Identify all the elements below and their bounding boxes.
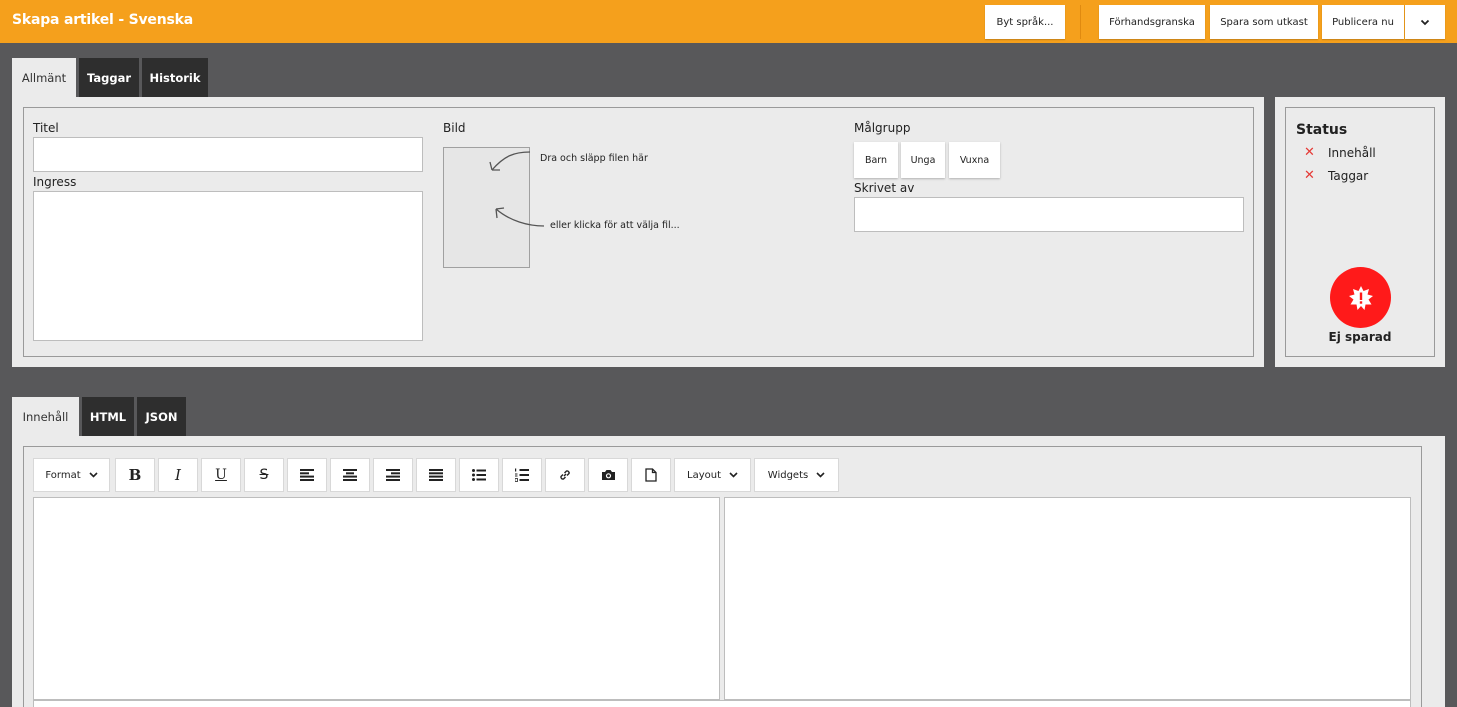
status-item-label: Innehåll	[1328, 145, 1376, 160]
save-draft-button[interactable]: Spara som utkast	[1210, 5, 1318, 39]
status-item-taggar: ✕ Taggar	[1304, 168, 1368, 183]
numbered-list-icon	[515, 468, 529, 482]
align-justify-button[interactable]	[416, 458, 456, 492]
chevron-down-icon	[729, 472, 738, 478]
tab-taggar[interactable]: Taggar	[79, 58, 139, 97]
editor-column-left[interactable]	[33, 497, 720, 700]
arrow-click-icon	[495, 207, 545, 227]
strikethrough-icon: S	[259, 467, 269, 483]
align-right-button[interactable]	[373, 458, 413, 492]
layout-dropdown[interactable]: Layout	[674, 458, 751, 492]
unsaved-alert-icon	[1330, 267, 1391, 328]
status-title: Status	[1296, 122, 1348, 138]
tab-innehall[interactable]: Innehåll	[12, 397, 79, 436]
align-right-icon	[386, 469, 400, 481]
format-label: Format	[45, 469, 81, 481]
tab-json[interactable]: JSON	[137, 397, 186, 436]
page-title: Skapa artikel - Svenska	[12, 12, 193, 28]
error-x-icon: ✕	[1304, 168, 1315, 183]
top-bar: Skapa artikel - Svenska Byt språk... För…	[0, 0, 1457, 43]
arrow-drag-icon	[489, 151, 531, 171]
file-icon	[645, 468, 657, 482]
underline-icon: U	[215, 467, 227, 483]
author-input[interactable]	[854, 197, 1244, 232]
toolbar-divider	[1080, 5, 1081, 39]
preview-button[interactable]: Förhandsgranska	[1099, 5, 1205, 39]
widgets-label: Widgets	[767, 469, 809, 481]
ingress-textarea[interactable]	[33, 191, 423, 341]
insert-image-button[interactable]	[588, 458, 628, 492]
audience-label: Målgrupp	[854, 121, 911, 135]
strikethrough-button[interactable]: S	[244, 458, 284, 492]
image-hint-drag: Dra och släpp filen här	[540, 153, 648, 164]
underline-button[interactable]: U	[201, 458, 241, 492]
image-hint-click: eller klicka för att välja fil...	[550, 220, 680, 231]
switch-language-button[interactable]: Byt språk...	[985, 5, 1065, 39]
bullet-list-button[interactable]	[459, 458, 499, 492]
bold-button[interactable]: B	[115, 458, 155, 492]
editor-column-right[interactable]	[724, 497, 1411, 700]
audience-vuxna-button[interactable]: Vuxna	[949, 142, 1000, 178]
audience-barn-button[interactable]: Barn	[854, 142, 898, 178]
save-status-label: Ej sparad	[1328, 330, 1392, 344]
numbered-list-button[interactable]	[502, 458, 542, 492]
alert-burst-icon	[1348, 285, 1373, 310]
chevron-down-icon	[816, 472, 825, 478]
title-input[interactable]	[33, 137, 423, 172]
align-justify-icon	[429, 469, 443, 481]
bold-icon: B	[128, 466, 142, 484]
publish-options-button[interactable]	[1405, 5, 1445, 39]
status-item-label: Taggar	[1328, 168, 1369, 183]
bullet-list-icon	[472, 469, 486, 481]
align-center-icon	[343, 469, 357, 481]
title-label: Titel	[33, 121, 59, 135]
chevron-down-icon	[89, 472, 98, 478]
format-dropdown[interactable]: Format	[33, 458, 110, 492]
link-icon	[560, 470, 570, 480]
layout-label: Layout	[687, 469, 721, 481]
ingress-label: Ingress	[33, 175, 77, 189]
editor-row-below[interactable]	[33, 700, 1411, 707]
error-x-icon: ✕	[1304, 145, 1315, 160]
align-left-icon	[300, 469, 314, 481]
image-label: Bild	[443, 121, 466, 135]
align-center-button[interactable]	[330, 458, 370, 492]
status-item-innehall: ✕ Innehåll	[1304, 145, 1376, 160]
chevron-down-icon	[1420, 19, 1430, 25]
link-button[interactable]	[545, 458, 585, 492]
italic-icon: I	[175, 466, 181, 484]
tab-html[interactable]: HTML	[82, 397, 134, 436]
camera-icon	[601, 470, 615, 480]
tab-allmant[interactable]: Allmänt	[12, 58, 76, 97]
insert-file-button[interactable]	[631, 458, 671, 492]
audience-unga-button[interactable]: Unga	[901, 142, 945, 178]
publish-now-button[interactable]: Publicera nu	[1322, 5, 1404, 39]
author-label: Skrivet av	[854, 181, 915, 195]
tab-historik[interactable]: Historik	[142, 58, 208, 97]
align-left-button[interactable]	[287, 458, 327, 492]
italic-button[interactable]: I	[158, 458, 198, 492]
widgets-dropdown[interactable]: Widgets	[754, 458, 839, 492]
